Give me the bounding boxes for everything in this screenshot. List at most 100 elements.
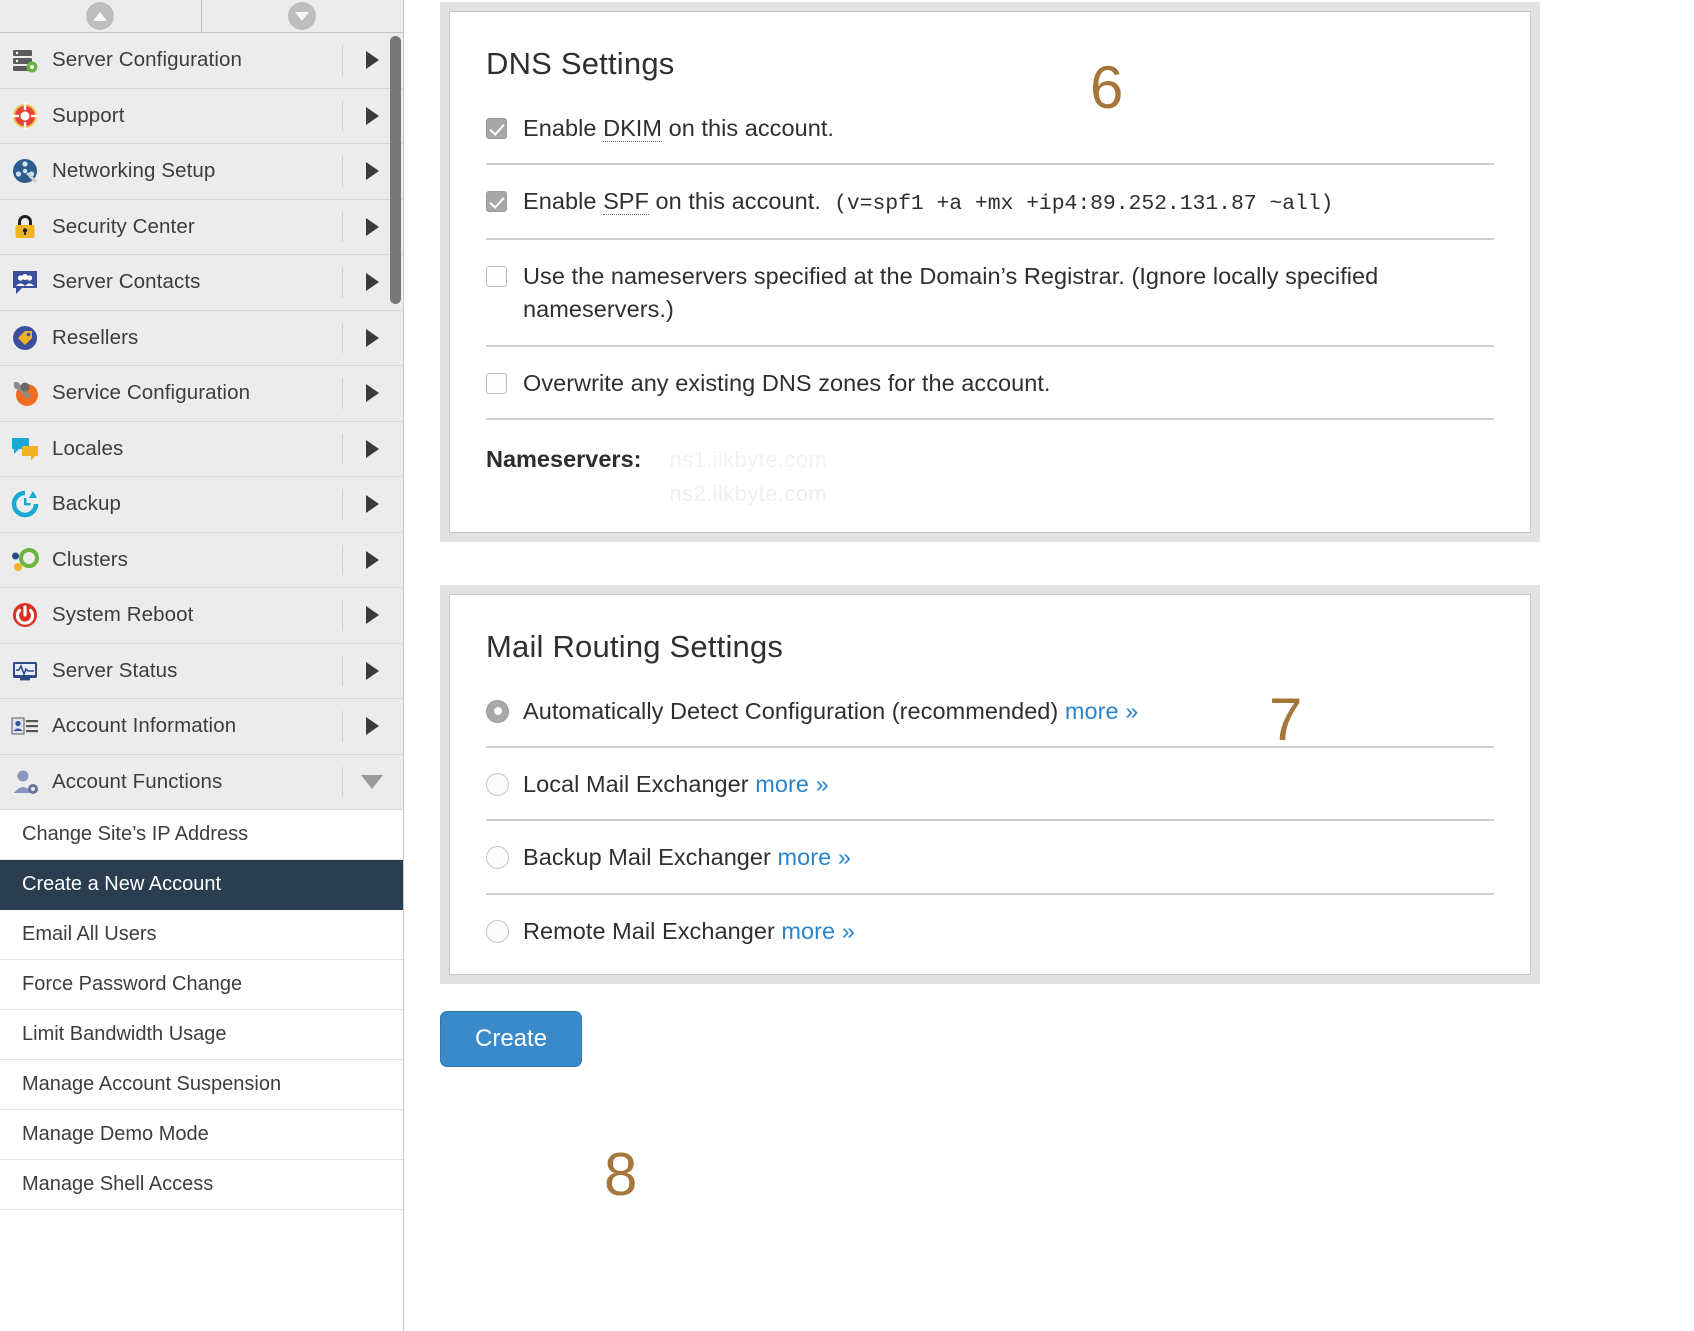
sidebar-item-label: System Reboot <box>52 603 194 627</box>
sidebar-item-create-a-new-account[interactable]: Create a New Account <box>0 860 403 910</box>
sidebar-item-label: Server Status <box>52 658 178 682</box>
auto-detect-configuration-label: Automatically Detect Configuration (reco… <box>523 697 1139 724</box>
sidebar-item-manage-account-suspension[interactable]: Manage Account Suspension <box>0 1060 403 1110</box>
sidebar-item-force-password-change[interactable]: Force Password Change <box>0 960 403 1010</box>
sidebar-item-security-center[interactable]: Security Center <box>0 199 403 255</box>
dns-settings-panel: DNS Settings Enable DKIM on this account… <box>449 11 1531 533</box>
enable-spf-label: Enable SPF on this account. (v=spf1 +a +… <box>523 188 1334 217</box>
sidebar: Server Configuration Support Networking … <box>0 0 404 1331</box>
sidebar-item-change-sites-ip-address[interactable]: Change Site’s IP Address <box>0 810 403 860</box>
sidebar-scroll-down-button[interactable] <box>201 0 403 32</box>
create-button[interactable]: Create <box>440 1011 583 1068</box>
nameservers-row: Nameservers: ns1.ilkbyte.com ns2.ilkbyte… <box>486 440 1494 510</box>
sub-item-label: Manage Account Suspension <box>22 1073 282 1095</box>
chevron-right-icon <box>366 328 379 347</box>
annotation-number-7: 7 <box>1269 686 1303 753</box>
nameserver-value: ns2.ilkbyte.com <box>669 480 828 506</box>
main-content: DNS Settings Enable DKIM on this account… <box>404 0 1694 1331</box>
sub-item-label: Create a New Account <box>22 873 221 895</box>
sidebar-item-label: Service Configuration <box>52 381 251 405</box>
contacts-speech-bubble-icon <box>10 267 40 297</box>
enable-spf-checkbox[interactable] <box>486 191 507 213</box>
backup-clock-icon <box>10 489 40 519</box>
sidebar-item-label: Backup <box>52 492 121 516</box>
sidebar-item-email-all-users[interactable]: Email All Users <box>0 910 403 960</box>
overwrite-dns-zones-label: Overwrite any existing DNS zones for the… <box>523 369 1051 396</box>
sub-item-label: Manage Demo Mode <box>22 1123 209 1145</box>
sidebar-item-system-reboot[interactable]: System Reboot <box>0 588 403 644</box>
sidebar-item-resellers[interactable]: Resellers <box>0 310 403 366</box>
dkim-option-row: Enable DKIM on this account. <box>486 112 1494 166</box>
wrench-gear-icon <box>10 378 40 408</box>
divider <box>342 100 343 131</box>
overwrite-dns-zones-option-row: Overwrite any existing DNS zones for the… <box>486 367 1494 420</box>
chevron-right-icon <box>366 495 379 514</box>
sidebar-item-label: Resellers <box>52 325 139 349</box>
auto-detect-configuration-radio[interactable] <box>486 699 509 723</box>
sidebar-item-networking-setup[interactable]: Networking Setup <box>0 144 403 200</box>
chevron-right-icon <box>366 439 379 458</box>
sidebar-scrollbar-thumb[interactable] <box>390 36 401 304</box>
sidebar-scrollbar[interactable] <box>390 36 401 334</box>
dkim-abbr: DKIM <box>603 115 663 142</box>
sidebar-item-service-configuration[interactable]: Service Configuration <box>0 366 403 422</box>
mail-routing-panel: Mail Routing Settings Automatically Dete… <box>449 593 1531 976</box>
sidebar-item-backup[interactable]: Backup <box>0 477 403 533</box>
circle-up-arrow-icon <box>86 2 115 30</box>
power-icon <box>10 600 40 630</box>
mail-routing-title: Mail Routing Settings <box>486 628 784 664</box>
id-card-icon <box>10 711 40 741</box>
remote-mail-exchanger-more-link[interactable]: more » <box>781 918 854 944</box>
chevron-down-icon <box>361 774 383 789</box>
sidebar-item-server-configuration[interactable]: Server Configuration <box>0 33 403 89</box>
sidebar-item-limit-bandwidth-usage[interactable]: Limit Bandwidth Usage <box>0 1010 403 1060</box>
sidebar-item-server-contacts[interactable]: Server Contacts <box>0 255 403 311</box>
spf-record-value: (v=spf1 +a +mx +ip4:89.252.131.87 ~all) <box>834 192 1334 217</box>
chevron-right-icon <box>366 384 379 403</box>
sidebar-item-account-information[interactable]: Account Information <box>0 699 403 755</box>
divider <box>342 489 343 520</box>
backup-mail-exchanger-radio[interactable] <box>486 846 509 870</box>
auto-detect-more-link[interactable]: more » <box>1065 698 1138 724</box>
sidebar-item-manage-shell-access[interactable]: Manage Shell Access <box>0 1160 403 1210</box>
sidebar-item-label: Account Functions <box>52 769 223 793</box>
overwrite-dns-zones-checkbox[interactable] <box>486 372 507 394</box>
chevron-right-icon <box>366 273 379 292</box>
divider <box>342 378 343 409</box>
user-gear-icon <box>10 767 40 797</box>
padlock-icon <box>10 212 40 242</box>
create-button-row: Create <box>440 1011 1694 1068</box>
sidebar-item-locales[interactable]: Locales <box>0 421 403 477</box>
whm-create-account-page: Server Configuration Support Networking … <box>0 0 1694 1331</box>
price-tag-icon <box>10 323 40 353</box>
sidebar-item-server-status[interactable]: Server Status <box>0 643 403 699</box>
backup-mail-exchanger-more-link[interactable]: more » <box>778 844 851 870</box>
mail-routing-option-row: Backup Mail Exchanger more » <box>486 841 1494 895</box>
nameservers-values: ns1.ilkbyte.com ns2.ilkbyte.com <box>669 444 827 510</box>
divider <box>342 600 343 631</box>
spf-option-row: Enable SPF on this account. (v=spf1 +a +… <box>486 185 1494 240</box>
local-mail-exchanger-more-link[interactable]: more » <box>755 771 828 797</box>
server-gear-icon <box>10 45 40 75</box>
network-wrench-icon <box>10 156 40 186</box>
sidebar-item-clusters[interactable]: Clusters <box>0 532 403 588</box>
circle-down-arrow-icon <box>288 2 317 30</box>
local-mail-exchanger-label: Local Mail Exchanger more » <box>523 771 829 798</box>
sidebar-item-account-functions[interactable]: Account Functions <box>0 754 403 810</box>
remote-mail-exchanger-radio[interactable] <box>486 919 509 943</box>
sidebar-item-support[interactable]: Support <box>0 88 403 144</box>
use-registrar-nameservers-checkbox[interactable] <box>486 265 507 287</box>
sidebar-item-label: Security Center <box>52 214 195 238</box>
sidebar-scroll-up-button[interactable] <box>0 0 202 32</box>
divider <box>342 211 343 242</box>
enable-dkim-checkbox[interactable] <box>486 118 507 139</box>
sub-item-label: Change Site’s IP Address <box>22 823 249 845</box>
mail-routing-option-row: Automatically Detect Configuration (reco… <box>486 695 1494 749</box>
sidebar-item-manage-demo-mode[interactable]: Manage Demo Mode <box>0 1110 403 1160</box>
divider <box>342 655 343 686</box>
local-mail-exchanger-radio[interactable] <box>486 773 509 797</box>
sidebar-item-label: Account Information <box>52 714 237 738</box>
lifebuoy-icon <box>10 101 40 131</box>
monitor-pulse-icon <box>10 656 40 686</box>
sidebar-scroll-controls <box>0 0 403 33</box>
